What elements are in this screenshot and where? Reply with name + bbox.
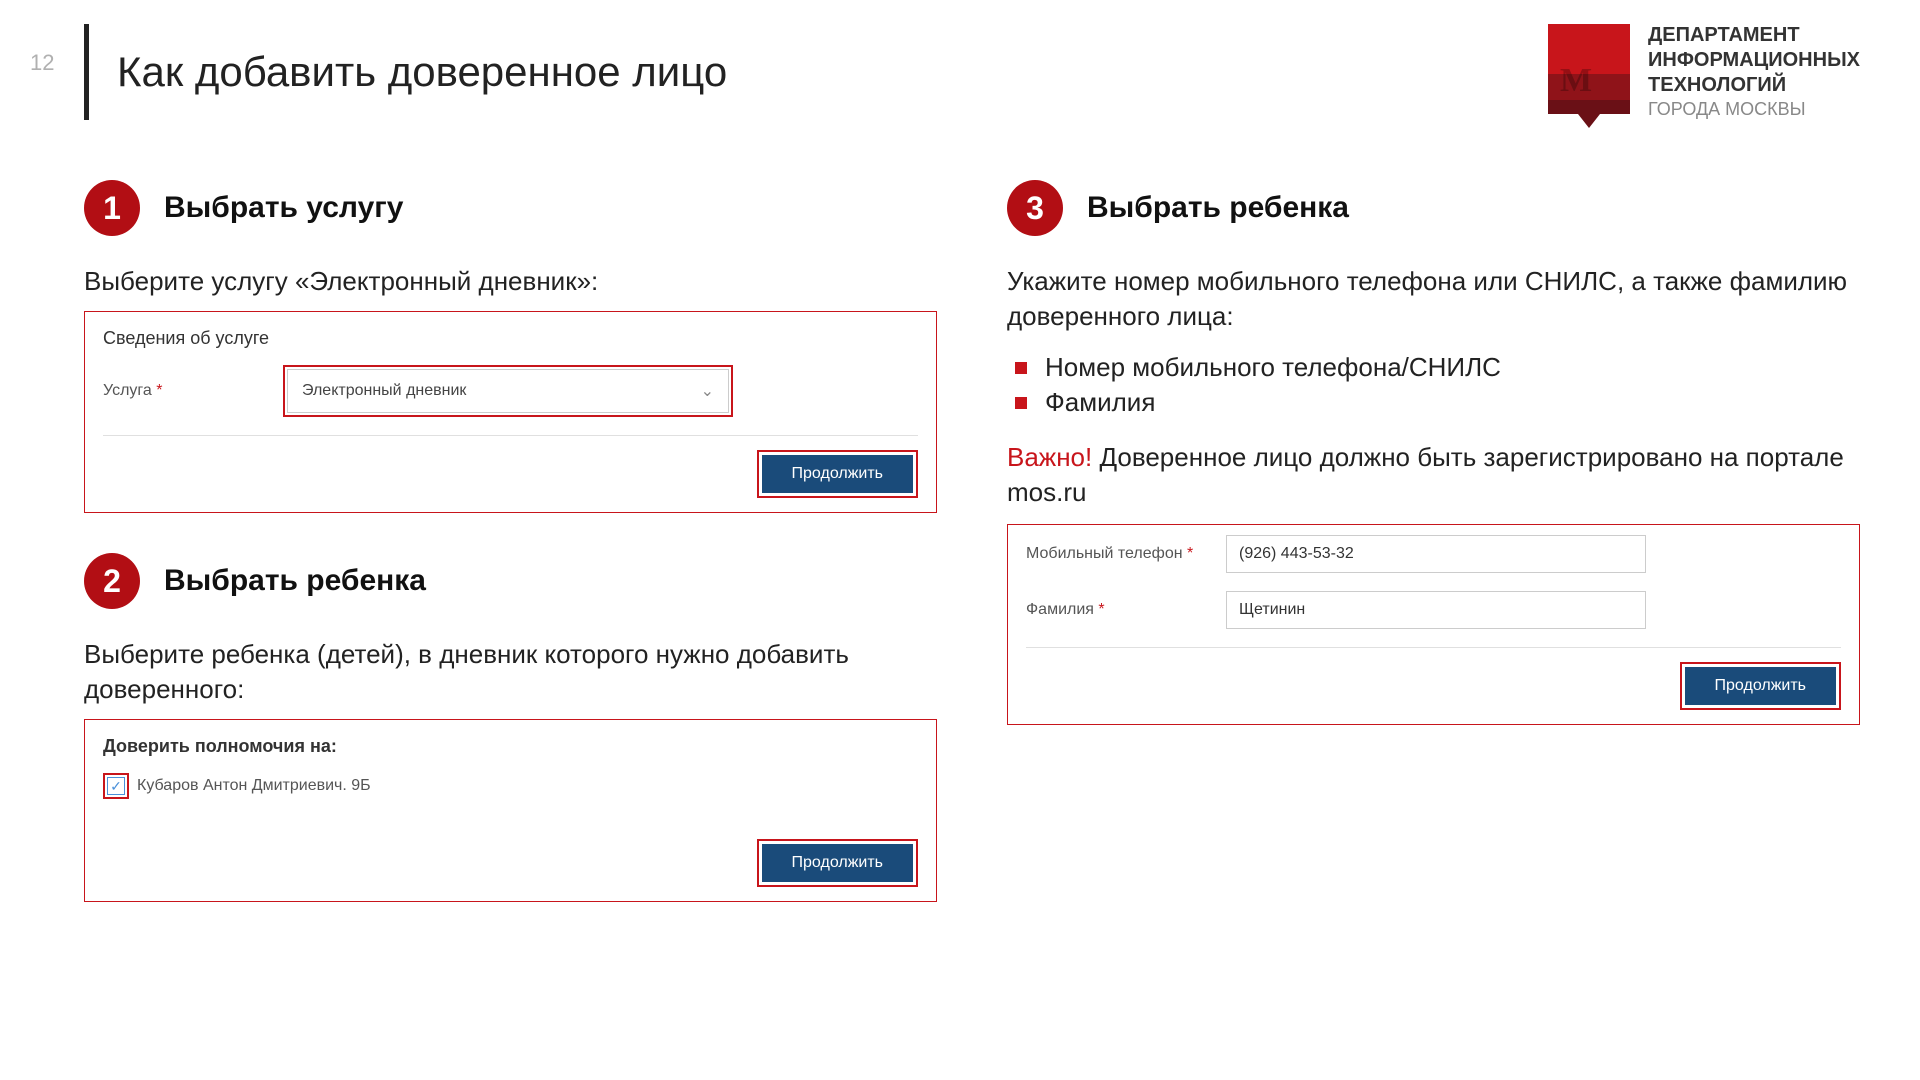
step-2-panel: Доверить полномочия на: ✓ Кубаров Антон …: [84, 719, 937, 902]
step-2-panel-title: Доверить полномочия на:: [103, 736, 918, 757]
chevron-down-icon: ⌄: [701, 381, 714, 401]
step-3-title: Выбрать ребенка: [1087, 191, 1349, 225]
step-3-instruction: Укажите номер мобильного телефона или СН…: [1007, 264, 1860, 334]
continue-button-step3[interactable]: Продолжить: [1685, 667, 1836, 705]
square-bullet-icon: [1015, 397, 1027, 409]
logo-line1: ДЕПАРТАМЕНТ: [1648, 24, 1860, 47]
page-number: 12: [30, 50, 54, 76]
step-1-instruction: Выберите услугу «Электронный дневник»:: [84, 264, 937, 299]
logo-line4: ГОРОДА МОСКВЫ: [1648, 99, 1860, 120]
step-3-warning: Важно! Доверенное лицо должно быть зарег…: [1007, 440, 1860, 510]
logo-line3: ТЕХНОЛОГИЙ: [1648, 74, 1860, 97]
page-title: Как добавить доверенное лицо: [117, 48, 727, 96]
continue-button-step2[interactable]: Продолжить: [762, 844, 913, 882]
bullet-phone-snils: Номер мобильного телефона/СНИЛС: [1007, 352, 1860, 383]
child-name: Кубаров Антон Дмитриевич. 9Б: [137, 777, 371, 795]
step-1-title: Выбрать услугу: [164, 191, 403, 225]
surname-label: Фамилия *: [1026, 601, 1206, 619]
child-checkbox[interactable]: ✓: [107, 777, 125, 795]
step-1-panel-title: Сведения об услуге: [103, 328, 918, 349]
service-select[interactable]: Электронный дневник ⌄: [287, 369, 729, 413]
shield-icon: M: [1548, 24, 1630, 124]
surname-input[interactable]: Щетинин: [1226, 591, 1646, 629]
step-1-badge: 1: [84, 180, 140, 236]
step-2-instruction: Выберите ребенка (детей), в дневник кото…: [84, 637, 937, 707]
continue-button-step1[interactable]: Продолжить: [762, 455, 913, 493]
bullet-surname: Фамилия: [1007, 387, 1860, 418]
step-3-badge: 3: [1007, 180, 1063, 236]
service-label: Услуга *: [103, 382, 263, 400]
phone-input[interactable]: (926) 443-53-32: [1226, 535, 1646, 573]
phone-label: Мобильный телефон *: [1026, 545, 1206, 563]
step-2-badge: 2: [84, 553, 140, 609]
service-select-value: Электронный дневник: [302, 382, 466, 400]
header-logo: M ДЕПАРТАМЕНТ ИНФОРМАЦИОННЫХ ТЕХНОЛОГИЙ …: [1548, 24, 1860, 124]
step-2-title: Выбрать ребенка: [164, 564, 426, 598]
logo-line2: ИНФОРМАЦИОННЫХ: [1648, 49, 1860, 72]
step-1-panel: Сведения об услуге Услуга * Электронный …: [84, 311, 937, 513]
step-3-panel: Мобильный телефон * (926) 443-53-32 Фами…: [1007, 524, 1860, 725]
square-bullet-icon: [1015, 362, 1027, 374]
